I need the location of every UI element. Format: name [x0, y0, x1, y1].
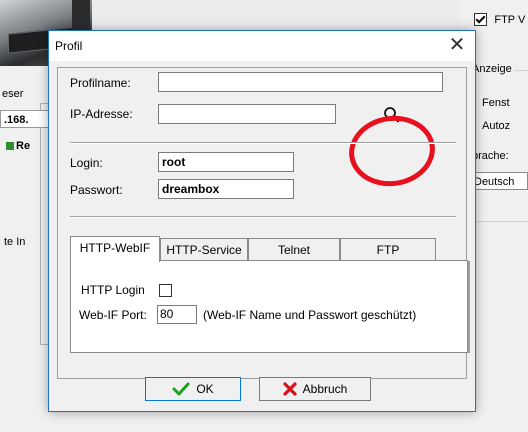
ip-address-input[interactable] [158, 104, 336, 124]
anzeige-group-label: Anzeige [470, 63, 514, 75]
background-left-labels: eser te In [0, 0, 50, 432]
password-label: Passwort: [70, 183, 123, 197]
bg-ip-field[interactable]: .168. [0, 110, 50, 128]
cancel-button-label: Abbruch [302, 382, 348, 396]
language-select[interactable]: Deutsch [470, 172, 528, 190]
password-input[interactable]: dreambox [158, 179, 294, 199]
language-label: prache: [472, 150, 509, 162]
separator-1 [70, 142, 456, 144]
close-icon[interactable]: ✕ [444, 34, 470, 58]
option-autoz[interactable]: Autoz [482, 120, 510, 132]
dialog-footer: OK Abbruch [49, 377, 475, 411]
search-icon [384, 107, 400, 123]
option-fenster[interactable]: Fenst [482, 97, 510, 109]
tab-http-webif[interactable]: HTTP-WebIF [70, 236, 160, 262]
dialog-title: Profil [55, 39, 83, 53]
dialog-titlebar: Profil ✕ [49, 31, 475, 61]
login-label: Login: [70, 156, 103, 170]
bg-re-label: Re [16, 140, 31, 152]
tab-panel-http-webif: HTTP Login Web-IF Port: 80 (Web-IF Name … [70, 260, 470, 353]
webif-port-note: (Web-IF Name und Passwort geschützt) [203, 308, 417, 322]
tab-telnet[interactable]: Telnet [248, 238, 340, 260]
ftp-checkbox[interactable] [474, 13, 487, 27]
bg-label-eser: eser [2, 88, 24, 100]
check-icon [172, 382, 190, 396]
separator-2 [70, 216, 456, 218]
ok-button[interactable]: OK [145, 377, 241, 401]
webif-port-input[interactable]: 80 [157, 305, 197, 324]
search-button[interactable] [376, 102, 408, 128]
webif-port-label: Web-IF Port: [79, 308, 147, 322]
cancel-button[interactable]: Abbruch [259, 377, 371, 401]
login-input[interactable]: root [158, 152, 294, 172]
profil-dialog: Profil ✕ Profilname: IP-Adresse: Login: … [48, 30, 476, 412]
tab-ftp[interactable]: FTP [340, 238, 436, 260]
ip-address-label: IP-Adresse: [70, 107, 133, 121]
http-login-checkbox[interactable] [159, 284, 172, 297]
bg-label-info: te In [4, 236, 26, 248]
ok-button-label: OK [196, 382, 214, 396]
tab-http-service[interactable]: HTTP-Service [160, 238, 248, 260]
ftp-checkbox-row[interactable]: FTP V [474, 12, 526, 27]
ftp-checkbox-label: FTP V [494, 14, 526, 26]
cancel-x-icon [283, 382, 297, 396]
http-login-label: HTTP Login [81, 283, 145, 297]
profilname-input[interactable] [158, 72, 443, 92]
profilname-label: Profilname: [70, 76, 131, 90]
dialog-content-frame: Profilname: IP-Adresse: Login: root Pass… [57, 67, 470, 379]
bg-re-icon [6, 142, 14, 151]
bg-re-button[interactable]: Re [0, 136, 50, 156]
